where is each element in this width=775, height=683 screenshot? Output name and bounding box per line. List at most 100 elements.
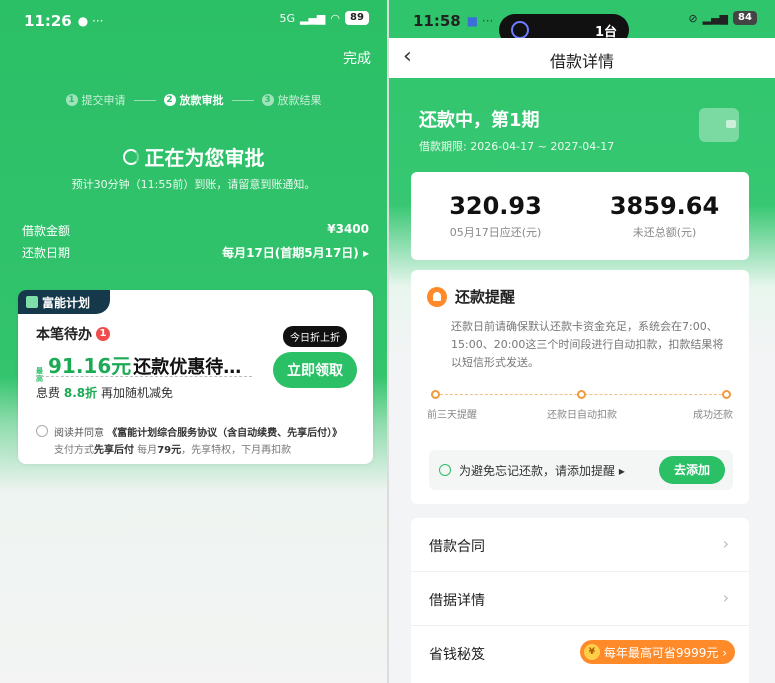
menu-card: 借款合同 › 借据详情 › 省钱秘笈 ¥ 每年最高可省9999元 › xyxy=(411,518,749,683)
reminder-header: 还款提醒 xyxy=(427,286,515,307)
offer-line: 最高 91.16元 还款优惠待… xyxy=(36,350,241,383)
status-bar: 11:58 ■ ··· 1台 ⊘ ▂▄▆ 84 xyxy=(389,10,775,46)
agreement-link[interactable]: 《富能计划综合服务协议（含自动续费、先享后付）》 xyxy=(107,428,342,439)
status-time: 11:58 xyxy=(413,12,461,30)
agreement[interactable]: 阅读并同意 《富能计划综合服务协议（含自动续费、先享后付）》 支付方式先享后付 … xyxy=(36,424,342,456)
pay-method-suffix: ，先享特权，下月再扣款 xyxy=(181,445,292,456)
step-approval: 2 放款审批 xyxy=(163,92,224,108)
wallet-icon xyxy=(699,108,739,142)
due-amount: 320.93 05月17日应还(元) xyxy=(411,172,580,260)
step-result: 3 放款结果 xyxy=(261,92,322,108)
monthly-label: 每月 xyxy=(134,445,158,456)
menu-item-saving-tips[interactable]: 省钱秘笈 ¥ 每年最高可省9999元 › xyxy=(411,626,749,680)
add-reminder-text: 为避免忘记还款，请添加提醒 ▸ xyxy=(459,464,625,478)
step-number: 2 xyxy=(163,94,176,106)
repay-status-title: 还款中，第1期 xyxy=(419,110,540,131)
monthly-price: 79元 xyxy=(157,445,182,456)
todo-count-badge: 1 xyxy=(96,327,110,341)
pay-method-value: 先享后付 xyxy=(94,445,134,456)
clock-icon xyxy=(439,464,451,476)
step-divider xyxy=(231,99,254,101)
offer-prefix: 最高 xyxy=(36,367,43,383)
signal-icon: ▂▄▆ xyxy=(702,11,728,25)
agree-prefix: 阅读并同意 xyxy=(54,428,104,439)
wifi-icon: ◠ xyxy=(330,11,340,25)
step-divider xyxy=(133,99,156,101)
done-button[interactable]: 完成 xyxy=(343,48,371,68)
dashed-divider xyxy=(36,376,252,377)
pay-method-label: 支付方式 xyxy=(54,445,94,456)
app-notification-icon: ● ··· xyxy=(77,14,104,28)
timeline-label: 前三天提醒 xyxy=(427,410,477,421)
agreement-subtext: 支付方式先享后付 每月79元，先享特权，下月再扣款 xyxy=(54,441,342,456)
reminder-card: 还款提醒 还款日前请确保默认还款卡资金充足，系统会在7:00、15:00、20:… xyxy=(411,270,749,504)
loan-amount-label: 借款金额 xyxy=(22,224,71,238)
coin-icon: ¥ xyxy=(583,644,600,660)
loading-spinner-icon xyxy=(122,148,139,165)
step-label: 放款结果 xyxy=(277,94,322,107)
step-number: 3 xyxy=(261,94,274,106)
promo-card: 富能计划 本笔待办 1 最高 91.16元 还款优惠待… 息费 8.8折 再加随… xyxy=(18,290,373,464)
repay-date-value: 每月17日(首期5月17日) ▸ xyxy=(222,246,369,260)
chevron-right-icon: › xyxy=(722,534,729,553)
timeline-label: 还款日自动扣款 xyxy=(547,410,617,421)
loan-amount-row: 借款金额 ¥3400 xyxy=(22,222,369,239)
link-icon: ⊘ xyxy=(688,11,698,25)
agree-radio[interactable] xyxy=(36,425,48,437)
todo-label: 本笔待办 xyxy=(36,327,92,343)
add-reminder-button[interactable]: 去添加 xyxy=(659,456,725,484)
saving-badge-text: 每年最高可省9999元 › xyxy=(603,645,727,660)
reminder-text: 还款日前请确保默认还款卡资金充足，系统会在7:00、15:00、20:00这三个… xyxy=(451,320,724,369)
battery-indicator: 89 xyxy=(345,11,369,25)
fee-line: 息费 8.8折 再加随机减免 xyxy=(36,384,173,401)
approval-title: 正在为您审批 xyxy=(144,146,265,170)
network-label: 5G xyxy=(279,11,295,25)
todo-title: 本笔待办 1 xyxy=(36,324,110,344)
fee-prefix: 息费 xyxy=(36,386,61,400)
menu-item-label: 借据详情 xyxy=(429,593,485,609)
step-label: 提交申请 xyxy=(81,94,126,107)
claim-button[interactable]: 立即领取 xyxy=(273,352,357,388)
bell-icon xyxy=(427,286,447,307)
timeline-dot xyxy=(722,390,731,399)
add-reminder-row[interactable]: 为避免忘记还款，请添加提醒 ▸ 去添加 xyxy=(429,450,733,490)
step-number: 1 xyxy=(65,94,78,106)
repay-date-row[interactable]: 还款日期 每月17日(首期5月17日) ▸ xyxy=(22,244,369,261)
chevron-right-icon: › xyxy=(722,588,729,607)
timeline-dot xyxy=(577,390,586,399)
status-right: ⊘ ▂▄▆ 84 xyxy=(688,11,757,25)
progress-steps: 1 提交申请 2 放款审批 3 放款结果 xyxy=(0,92,387,108)
menu-item-contract[interactable]: 借款合同 › xyxy=(411,518,749,572)
saving-badge[interactable]: ¥ 每年最高可省9999元 › xyxy=(579,640,735,664)
left-phone-screen: 11:26 ● ··· 5G ▂▄▆ ◠ 89 完成 1 提交申请 2 放款审批… xyxy=(0,0,387,683)
timeline-label: 成功还款 xyxy=(693,410,733,421)
battery-indicator: 84 xyxy=(733,11,757,25)
island-text: 1台 xyxy=(594,24,617,40)
discount-bubble: 今日折上折 xyxy=(283,326,347,347)
arrival-eta: 预计30分钟（11:55前）到账，请留意到账通知。 xyxy=(71,178,316,191)
link-icon xyxy=(511,21,529,39)
amount-summary-card: 320.93 05月17日应还(元) 3859.64 未还总额(元) xyxy=(411,172,749,260)
step-label: 放款审批 xyxy=(179,94,224,107)
loan-amount-value: ¥3400 xyxy=(327,222,369,236)
due-amount-label: 05月17日应还(元) xyxy=(449,226,542,239)
agreement-text: 阅读并同意 《富能计划综合服务协议（含自动续费、先享后付）》 支付方式先享后付 … xyxy=(54,424,342,456)
page-title: 借款详情 xyxy=(549,52,614,71)
approval-status: 正在为您审批 xyxy=(0,142,387,171)
reminder-title: 还款提醒 xyxy=(455,288,516,306)
menu-item-receipt[interactable]: 借据详情 › xyxy=(411,572,749,626)
loan-term: 借款期限: 2026-04-17 ~ 2027-04-17 xyxy=(419,140,615,153)
right-phone-screen: 11:58 ■ ··· 1台 ⊘ ▂▄▆ 84 ‹ 借款详情 还款中，第1期 借… xyxy=(389,0,775,683)
outstanding-amount: 3859.64 未还总额(元) xyxy=(580,172,749,260)
repay-date-label: 还款日期 xyxy=(22,246,71,260)
status-right: 5G ▂▄▆ ◠ 89 xyxy=(279,11,369,25)
brand-tag: 富能计划 xyxy=(18,290,110,314)
step-submit: 1 提交申请 xyxy=(65,92,126,108)
outstanding-amount-label: 未还总额(元) xyxy=(632,226,697,239)
signal-icon: ▂▄▆ xyxy=(300,11,326,25)
outstanding-amount-value: 3859.64 xyxy=(609,192,720,220)
timeline-dot xyxy=(431,390,440,399)
fee-discount: 8.8折 xyxy=(63,386,98,400)
reminder-timeline xyxy=(431,390,731,400)
nav-bar: ‹ 借款详情 xyxy=(389,38,775,78)
